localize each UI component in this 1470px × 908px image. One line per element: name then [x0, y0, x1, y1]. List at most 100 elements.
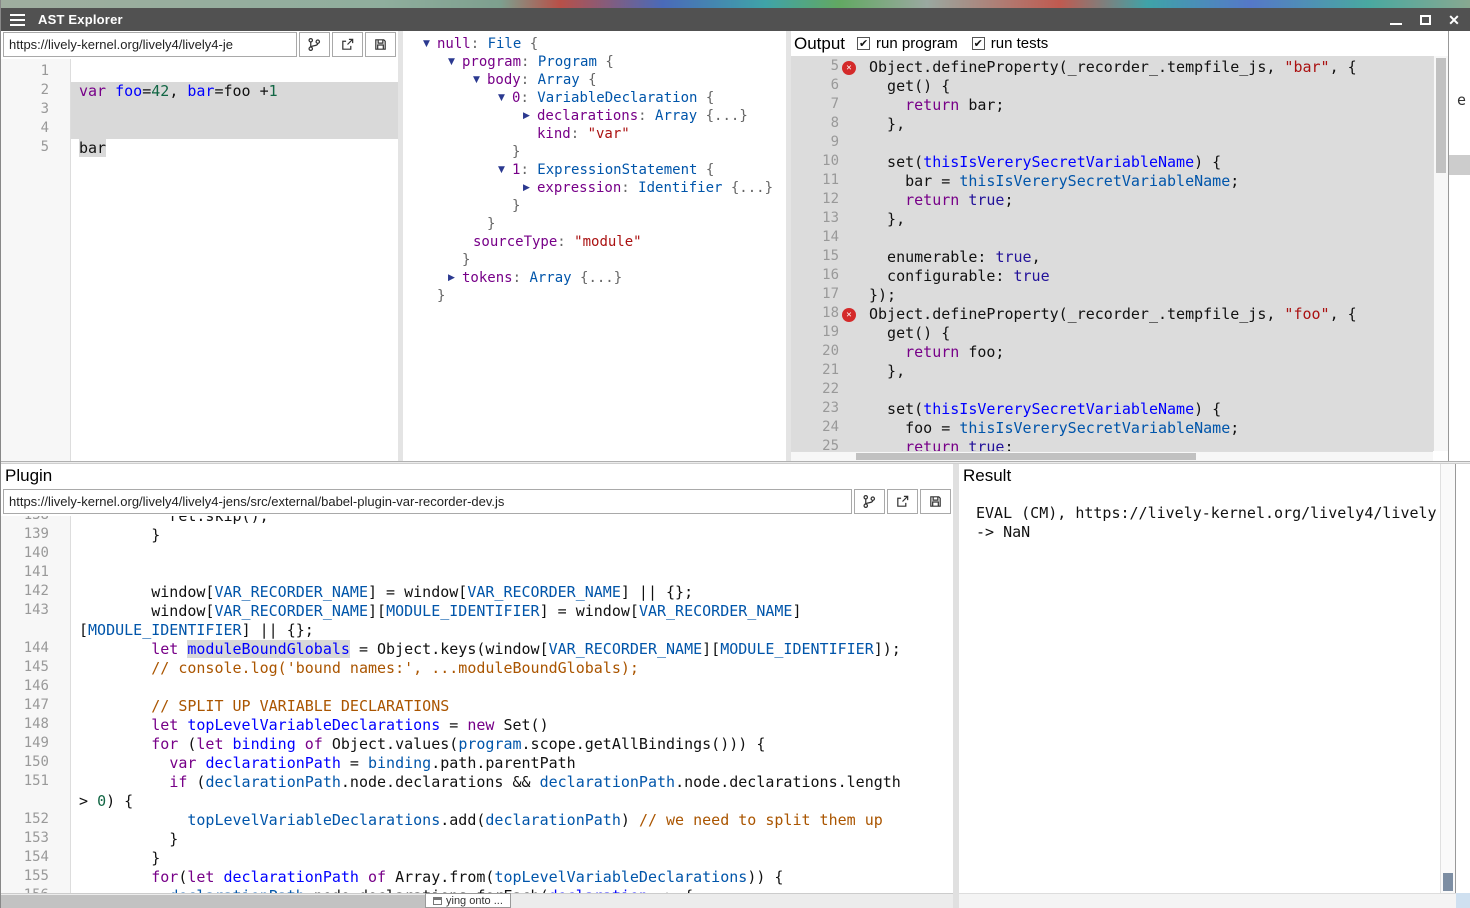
code-token: return	[905, 343, 959, 361]
code-line: 4	[1, 120, 398, 139]
code-token: :	[521, 54, 538, 70]
code-token: ;	[1230, 172, 1239, 190]
run-program-checkbox[interactable]: ✔	[857, 37, 870, 50]
badge-slot	[839, 96, 859, 115]
hamburger-menu-icon[interactable]	[10, 14, 25, 26]
line-number: 5	[791, 58, 839, 77]
code-token: Array	[538, 72, 580, 88]
code-token: .path.parentPath	[431, 754, 576, 772]
code-token: :	[621, 180, 638, 196]
badge-slot	[839, 153, 859, 172]
code-token: set(	[869, 153, 923, 171]
code-token: MODULE_IDENTIFIER	[88, 621, 242, 639]
ast-node[interactable]: }	[403, 287, 786, 305]
ast-node[interactable]: ▼null: File {	[403, 35, 786, 53]
chevron-right-icon[interactable]: ▶	[448, 273, 462, 283]
code-token: },	[869, 115, 905, 133]
code-token: Array	[655, 108, 697, 124]
code-token	[296, 735, 305, 753]
error-icon[interactable]: ✕	[842, 61, 856, 75]
version-button[interactable]	[299, 32, 330, 57]
plugin-url-input[interactable]	[3, 489, 852, 514]
code-token: window[	[79, 583, 214, 601]
output-header: Output ✔run program✔run tests	[791, 31, 1448, 56]
ast-node[interactable]: ▼body: Array {	[403, 71, 786, 89]
output-vertical-scrollbar[interactable]	[1433, 56, 1448, 451]
ast-node[interactable]: ▼1: ExpressionStatement {	[403, 161, 786, 179]
ast-node[interactable]: kind: "var"	[403, 125, 786, 143]
save-button[interactable]	[365, 32, 396, 57]
code-token: VAR_RECORDER_NAME	[214, 583, 368, 601]
source-editor[interactable]: 12var foo=42, bar=foo +1345bar	[1, 59, 398, 461]
drag-hint: ying onto ...	[425, 893, 511, 908]
code-token: binding	[233, 735, 296, 753]
code-token: thisIsVererySecretVariableName	[923, 153, 1194, 171]
code-token: "foo"	[1284, 305, 1329, 323]
code-token: declarationPath	[485, 811, 620, 829]
error-icon[interactable]: ✕	[842, 308, 856, 322]
line-number: 149	[1, 735, 49, 754]
code-token: .add(	[440, 811, 485, 829]
open-external-button[interactable]	[332, 32, 363, 57]
scrollbar-thumb[interactable]	[1, 895, 438, 908]
ast-node[interactable]: }	[403, 143, 786, 161]
scrollbar-thumb[interactable]	[856, 453, 1196, 460]
ast-node[interactable]: ▶tokens: Array {...}	[403, 269, 786, 287]
open-external-button[interactable]	[887, 489, 918, 514]
code-token: get() {	[869, 324, 950, 342]
close-button[interactable]: ✕	[1442, 10, 1466, 29]
ast-node[interactable]: sourceType: "module"	[403, 233, 786, 251]
ast-node[interactable]: ▶expression: Identifier {...}	[403, 179, 786, 197]
code-line: 7 return bar;	[791, 96, 1433, 115]
chevron-right-icon[interactable]: ▶	[523, 111, 537, 121]
result-vertical-scrollbar[interactable]	[1440, 464, 1455, 893]
code-token: Array	[529, 270, 571, 286]
result-content: EVAL (CM), https://lively-kernel.org/liv…	[976, 504, 1439, 542]
code-line: 17});	[791, 286, 1433, 305]
ast-node[interactable]: }	[403, 215, 786, 233]
plugin-editor[interactable]: 138 ret.skip();139 }140141142 window[VAR…	[1, 516, 953, 893]
source-url-input[interactable]	[3, 32, 297, 57]
chevron-down-icon[interactable]: ▼	[423, 39, 437, 49]
chevron-down-icon[interactable]: ▼	[498, 165, 512, 175]
chevron-down-icon[interactable]: ▼	[498, 93, 512, 103]
code-token: {	[597, 54, 614, 70]
plugin-pane: Plugin 138 ret.skip();139 }140141142 win…	[1, 464, 953, 893]
ast-node[interactable]: }	[403, 251, 786, 269]
badge-slot: ✕	[839, 58, 859, 77]
save-button[interactable]	[920, 489, 951, 514]
code-token: return	[905, 96, 959, 114]
code-line: 155 for(let declarationPath of Array.fro…	[1, 868, 953, 887]
code-line: 150 var declarationPath = binding.path.p…	[1, 754, 953, 773]
chevron-right-icon[interactable]: ▶	[523, 183, 537, 193]
chevron-down-icon[interactable]: ▼	[473, 75, 487, 85]
line-number: 152	[1, 811, 49, 830]
minimize-button[interactable]	[1384, 10, 1408, 29]
ast-node[interactable]: ▼0: VariableDeclaration {	[403, 89, 786, 107]
code-token: let	[196, 735, 223, 753]
version-button[interactable]	[854, 489, 885, 514]
maximize-button[interactable]	[1413, 10, 1437, 29]
badge-slot	[839, 77, 859, 96]
clipped-text: e	[1457, 91, 1466, 109]
ast-node[interactable]: ▶declarations: Array {...}	[403, 107, 786, 125]
output-horizontal-scrollbar[interactable]	[791, 451, 1433, 461]
code-line: 140	[1, 545, 953, 564]
code-token: return	[905, 191, 959, 209]
run-tests-checkbox[interactable]: ✔	[972, 37, 985, 50]
code-token: Set()	[494, 716, 548, 734]
scrollbar-thumb[interactable]	[1443, 873, 1453, 891]
scrollbar-thumb[interactable]	[1436, 58, 1446, 173]
code-line: 141	[1, 564, 953, 583]
code-token: }	[79, 849, 160, 867]
chevron-down-icon[interactable]: ▼	[448, 57, 462, 67]
code-token: 42	[151, 82, 169, 100]
code-token: foo	[115, 82, 142, 100]
ast-node[interactable]: }	[403, 197, 786, 215]
ast-tree[interactable]: ▼null: File {▼program: Program {▼body: A…	[403, 31, 786, 461]
ast-node[interactable]: ▼program: Program {	[403, 53, 786, 71]
badge-slot	[839, 419, 859, 438]
output-code[interactable]: 5✕Object.defineProperty(_recorder_.tempf…	[791, 56, 1433, 461]
code-token: of	[305, 735, 323, 753]
code-token	[106, 82, 115, 100]
